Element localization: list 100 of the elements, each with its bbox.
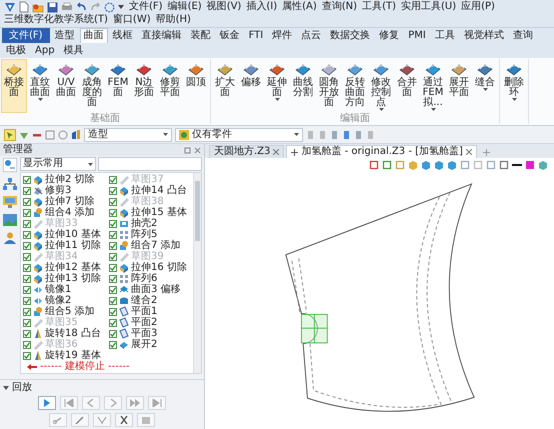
ribbon-tab[interactable]: 线框 xyxy=(108,28,137,43)
checked-checkbox[interactable] xyxy=(109,176,117,184)
checked-checkbox[interactable] xyxy=(23,340,31,348)
menu-item[interactable]: 工具(T) xyxy=(362,1,396,13)
menu-item[interactable]: 视图(V) xyxy=(206,1,242,13)
checked-checkbox[interactable] xyxy=(109,198,117,206)
menu-item[interactable]: 实用工具(U) xyxy=(400,1,456,13)
checked-checkbox[interactable] xyxy=(23,208,31,216)
ribbon-tab[interactable]: 模具 xyxy=(60,43,88,58)
tree-item[interactable]: 拉伸10 基体 xyxy=(45,229,101,240)
ribbon-tab[interactable]: 工具 xyxy=(430,28,459,43)
ribbon-button[interactable]: 延伸面 xyxy=(264,59,290,113)
ribbon-tab[interactable]: 数据交换 xyxy=(326,28,374,43)
tree-item[interactable]: 曲面3 偏移 xyxy=(131,284,181,295)
checked-checkbox[interactable] xyxy=(109,220,117,228)
tree-item[interactable]: 缝合2 xyxy=(131,295,158,306)
tree-item[interactable]: 拉伸7 切除 xyxy=(45,196,95,207)
tree-item[interactable]: 组合4 添加 xyxy=(45,207,95,218)
menu-item[interactable]: 应用(P) xyxy=(461,1,495,13)
checked-checkbox[interactable] xyxy=(23,230,31,238)
ribbon-tab[interactable]: FTI xyxy=(244,28,268,43)
print-icon[interactable] xyxy=(61,2,73,12)
file-menu-button[interactable]: 文件(F) xyxy=(2,28,50,43)
checked-checkbox[interactable] xyxy=(109,230,117,238)
ribbon-tab[interactable]: 焊件 xyxy=(268,28,296,43)
checked-checkbox[interactable] xyxy=(109,340,117,348)
checked-checkbox[interactable] xyxy=(23,198,31,206)
checked-checkbox[interactable] xyxy=(23,318,31,326)
checked-checkbox[interactable] xyxy=(109,274,117,282)
close-icon[interactable] xyxy=(273,149,280,155)
ribbon-tab[interactable]: 视觉样式 xyxy=(460,28,508,43)
rollback-marker[interactable]: ------ 建模停止 ------ xyxy=(40,361,130,372)
checked-checkbox[interactable] xyxy=(109,330,117,338)
menu-item[interactable]: 编辑(E) xyxy=(168,1,202,13)
tree-item[interactable]: 镜像1 xyxy=(45,284,72,295)
checked-checkbox[interactable] xyxy=(109,318,117,326)
tree-icon[interactable] xyxy=(3,158,17,172)
ribbon-button[interactable]: 修剪平面 xyxy=(157,59,183,113)
ribbon-tab[interactable]: 查询 xyxy=(508,28,537,43)
person-icon[interactable] xyxy=(4,232,16,244)
caret-icon[interactable] xyxy=(3,386,9,390)
ribbon-button[interactable]: N边形面 xyxy=(131,59,157,113)
checked-checkbox[interactable] xyxy=(23,286,31,294)
delete-button[interactable] xyxy=(115,413,133,427)
checked-checkbox[interactable] xyxy=(109,286,117,294)
checked-checkbox[interactable] xyxy=(23,220,31,228)
ribbon-button[interactable]: FEM面 xyxy=(105,59,131,113)
ribbon-button[interactable]: 合并面 xyxy=(394,59,420,113)
cube-icon[interactable] xyxy=(538,160,548,170)
ribbon-tab[interactable]: App xyxy=(31,43,59,58)
document-tab[interactable]: 天圆地方.Z3 xyxy=(209,145,284,158)
tree-item[interactable]: 拉伸2 切除 xyxy=(45,174,95,185)
tree-item[interactable]: 拉伸14 凸台 xyxy=(131,185,187,196)
ribbon-button[interactable]: 曲线分割 xyxy=(290,59,316,113)
step-back-button[interactable] xyxy=(82,396,100,410)
tree-item[interactable]: 组合5 添加 xyxy=(45,306,95,317)
save-icon[interactable] xyxy=(47,2,58,12)
menu-item[interactable]: 属性(A) xyxy=(282,1,317,13)
tree-item[interactable]: 旋转18 凸台 xyxy=(45,328,101,339)
open-folder-icon[interactable] xyxy=(32,2,44,12)
checked-checkbox[interactable] xyxy=(23,352,31,360)
link-button[interactable] xyxy=(49,413,67,427)
play-button[interactable] xyxy=(38,396,56,410)
menu-item[interactable]: 窗口(W) xyxy=(112,14,151,26)
tree-item[interactable]: 平面2 xyxy=(131,317,158,328)
checked-checkbox[interactable] xyxy=(23,308,31,316)
checked-checkbox[interactable] xyxy=(109,242,117,250)
ribbon-tab[interactable]: 直接编辑 xyxy=(138,28,186,43)
scrollbar[interactable] xyxy=(193,173,201,373)
checked-checkbox[interactable] xyxy=(23,242,31,250)
ribbon-button[interactable]: 删除环 xyxy=(501,59,527,124)
ribbon-tab[interactable]: 电极 xyxy=(2,43,30,58)
ribbon-tab[interactable]: 曲面 xyxy=(80,28,108,43)
new-file-icon[interactable] xyxy=(19,1,29,13)
checked-checkbox[interactable] xyxy=(23,264,31,272)
checked-checkbox[interactable] xyxy=(23,296,31,304)
ribbon-button[interactable]: 反转曲面方向 xyxy=(342,59,368,113)
cursor-icon[interactable] xyxy=(4,128,16,140)
tree-item[interactable]: 拉伸12 基体 xyxy=(45,262,101,273)
ribbon-button[interactable]: 圆角开放面 xyxy=(316,59,342,113)
ribbon-button[interactable]: 偏移 xyxy=(238,59,264,113)
checked-checkbox[interactable] xyxy=(23,274,31,282)
ribbon-button[interactable]: 缝合 xyxy=(472,59,498,113)
mode-dropdown[interactable]: 造型 xyxy=(84,128,172,142)
tree-item[interactable]: 拉伸16 切除 xyxy=(131,262,187,273)
ribbon-button[interactable]: 成角度的面 xyxy=(79,59,105,113)
search-field[interactable] xyxy=(98,157,202,171)
tree-item[interactable]: 组合7 添加 xyxy=(131,240,181,251)
tree-item[interactable]: 展开2 xyxy=(131,339,158,350)
filter-dropdown[interactable]: 仅有零件 xyxy=(175,128,303,142)
tree-item[interactable]: 阵列6 xyxy=(131,273,158,284)
menu-item[interactable]: 查询(N) xyxy=(322,1,358,13)
view-filter-dropdown[interactable]: 显示常用 xyxy=(20,157,96,171)
tree-item[interactable]: 平面3 xyxy=(131,328,158,339)
tree-item[interactable]: 阵列5 xyxy=(131,229,158,240)
ribbon-button[interactable]: U/V曲面 xyxy=(53,59,79,113)
frame-icon[interactable] xyxy=(45,130,55,140)
tree-item[interactable]: 平面1 xyxy=(131,306,158,317)
ribbon-button[interactable]: 修改控制点 xyxy=(368,59,394,113)
pencil-button[interactable] xyxy=(71,413,89,427)
